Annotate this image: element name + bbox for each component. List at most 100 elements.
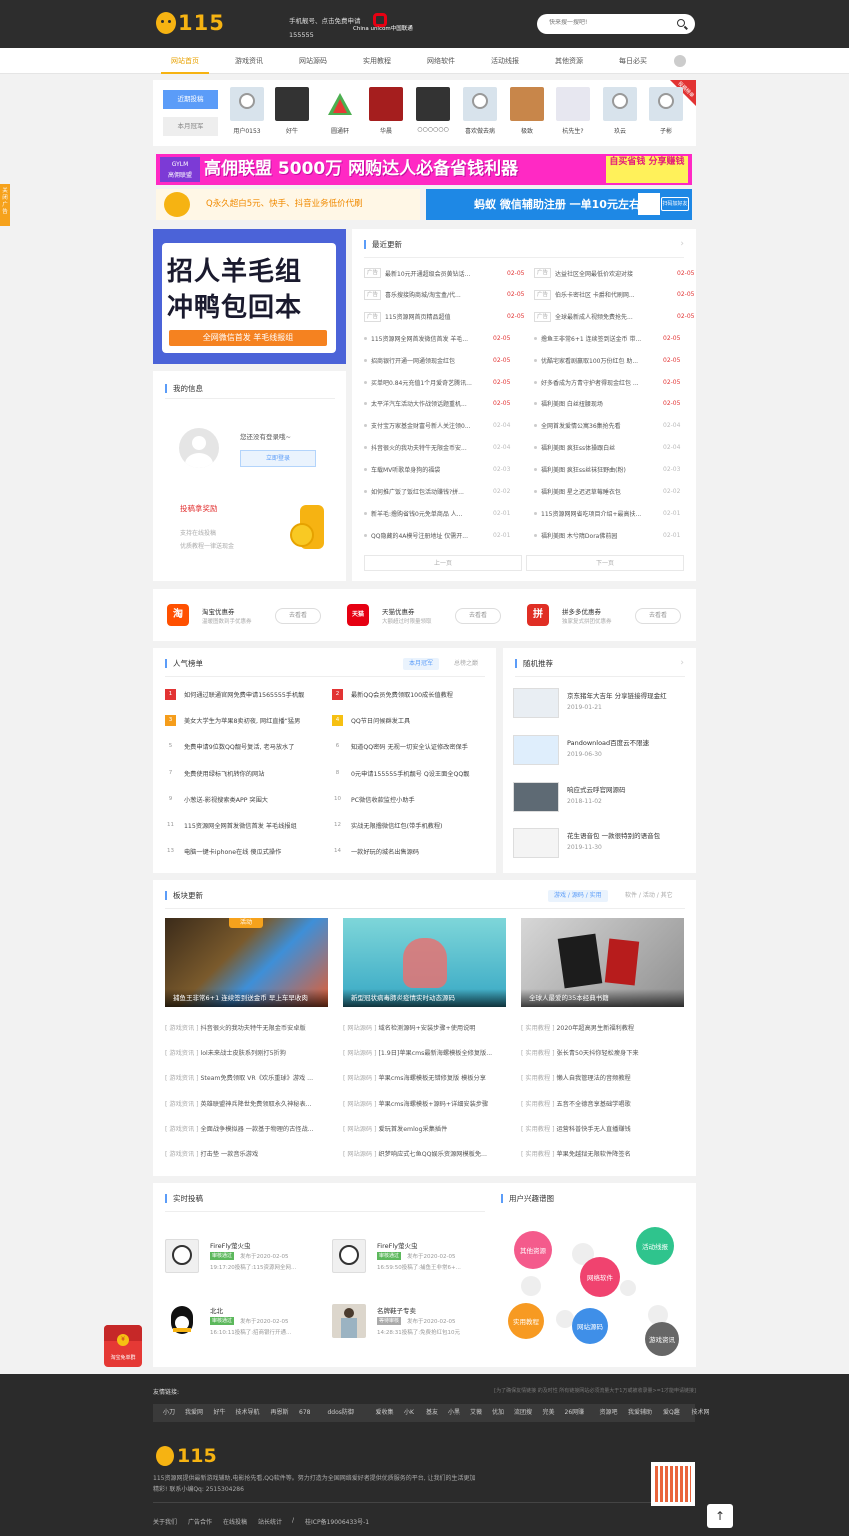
block-list-item[interactable]: [ 游戏资讯 ] Steam免费领取 VR《欢乐重球》游戏 ... — [165, 1073, 330, 1082]
news-row[interactable]: 广告 全球最新成人视频免费抢先... 02-05 — [534, 311, 694, 322]
news-row[interactable]: 广告 喜乐搜接购商城/淘宝盒/代... 02-05 — [364, 289, 524, 300]
user-card[interactable]: 喜欢做去病 — [460, 87, 500, 135]
block-list-item[interactable]: [ 实用教程 ] 2020年超高男生新福利教程 — [521, 1023, 686, 1032]
friend-link[interactable]: 流团搜 — [514, 1404, 532, 1422]
news-row[interactable]: 福利美图 木兮隋Dora佛前园 02-01 — [534, 531, 680, 540]
news-title[interactable]: 全网首发爱情公寓36集抢先看 — [541, 421, 657, 430]
tab-software-activity-other[interactable]: 软件 / 活动 / 其它 — [619, 890, 679, 902]
thumbnail[interactable] — [513, 735, 559, 765]
post-author[interactable]: FireFly萤火虫 — [210, 1240, 251, 1250]
hot-item[interactable]: 7 免费使用绿标飞机转你的网站 — [165, 768, 325, 779]
nav-tutorials[interactable]: 实用教程 — [353, 48, 401, 74]
hot-item-title[interactable]: 0元申请155555手机靓号 Q设王面全QQ靓 — [351, 769, 469, 778]
friend-link[interactable]: 基友 — [426, 1404, 438, 1422]
category-tag[interactable]: [ 游戏资讯 ] — [165, 1126, 199, 1133]
block-image-card[interactable]: 新型冠状病毒肺炎疫情实时动态源码 — [343, 918, 506, 1007]
news-title[interactable]: 优酷宅家看剧赢取100万份红包 助... — [541, 356, 657, 365]
hot-item[interactable]: 9 小葱送-影视搜索类APP 突围大 — [165, 794, 325, 805]
hot-item-title[interactable]: 电脑一键卡iphone在线 傻瓜式操作 — [184, 847, 281, 856]
friend-link[interactable]: 技术网 — [692, 1404, 710, 1422]
coupon-go-button[interactable]: 去看看 — [455, 608, 501, 624]
block-item-title[interactable]: 打击垫 一款音乐游戏 — [200, 1151, 258, 1158]
category-tag[interactable]: [ 实用教程 ] — [521, 1050, 555, 1057]
category-tag[interactable]: [ 网站源码 ] — [343, 1050, 377, 1057]
category-tag[interactable]: [ 游戏资讯 ] — [165, 1050, 199, 1057]
news-row[interactable]: 支付宝万家基金财富号新人关注领0... 02-04 — [364, 421, 510, 430]
news-row[interactable]: 115资源网网省吃项目介绍+最高扶... 02-01 — [534, 509, 680, 518]
block-item-title[interactable]: 张长青50天抖你轻松瘦身下来 — [556, 1050, 638, 1057]
block-item-title[interactable]: Steam免费领取 VR《欢乐重球》游戏 ... — [200, 1075, 313, 1082]
hot-item[interactable]: 3 美女大学生为苹果8卖初夜, 网红直播“猛男 — [165, 715, 325, 727]
post-author[interactable]: 名牌鞋子专卖 — [377, 1305, 416, 1315]
category-tag[interactable]: [ 实用教程 ] — [521, 1151, 555, 1158]
news-row[interactable]: QQ隐藏的4A模号注册地址 仅需开... 02-01 — [364, 531, 510, 540]
block-list-item[interactable]: [ 实用教程 ] 五音不全德音享基础学唱歌 — [521, 1099, 686, 1108]
friend-link[interactable]: 小K — [404, 1404, 414, 1422]
friend-link[interactable]: 我爱辅助 — [628, 1404, 652, 1422]
random-item-title[interactable]: Pandownload百度云不限速 — [567, 737, 649, 747]
friend-link[interactable]: 爱Q趣 — [663, 1404, 680, 1422]
news-row[interactable]: 广告 达益社区全网最低价欢迎对接 02-05 — [534, 268, 694, 278]
random-item-title[interactable]: 京东猪年大吉年 分享链接得现金红 — [567, 690, 667, 700]
block-list-item[interactable]: [ 网站源码 ] 苹果cms海螺模板+源码+详细安装步骤 — [343, 1099, 508, 1108]
search-icon[interactable] — [677, 19, 685, 27]
chevron-right-icon[interactable]: › — [680, 658, 684, 668]
thumbnail[interactable] — [513, 688, 559, 718]
block-item-title[interactable]: 苹果免越狱无限软件降签名 — [556, 1151, 630, 1158]
nav-other[interactable]: 其他资源 — [545, 48, 593, 74]
nav-site-source[interactable]: 网站源码 — [289, 48, 337, 74]
news-row[interactable]: 广告 最新10元开通超级会员黄钻话... 02-05 — [364, 268, 524, 278]
block-item-title[interactable]: 抖音很火的我功夫特牛无限金币安卓版 — [200, 1025, 305, 1032]
login-button[interactable]: 立即登录 — [240, 450, 316, 467]
news-title[interactable]: 撸鱼王非常6+1 连续签到送金币 带... — [541, 334, 657, 343]
block-item-title[interactable]: 英雄联盟神兵降世免费领取永久神秘表... — [200, 1101, 311, 1108]
chevron-right-icon[interactable]: › — [680, 239, 684, 249]
thumbnail[interactable] — [513, 828, 559, 858]
news-title[interactable]: 福利美图 白丝扭腰现场 — [541, 399, 657, 408]
news-row[interactable]: 车载MV听歌单身狗的福袋 02-03 — [364, 465, 510, 474]
block-list-item[interactable]: [ 网站源码 ] [1.9日]苹果cms最新海螺模板全修复版... — [343, 1048, 508, 1057]
nav-software[interactable]: 网络软件 — [417, 48, 465, 74]
block-list-item[interactable]: [ 实用教程 ] 懒人自我管理法的音频教程 — [521, 1073, 686, 1082]
block-list-item[interactable]: [ 网站源码 ] 织梦响应式七鱼QQ娱乐资源网模板免... — [343, 1149, 508, 1158]
coupon-go-button[interactable]: 去看看 — [275, 608, 321, 624]
news-row[interactable]: 广告 115资源网首页精品超值 02-05 — [364, 311, 524, 322]
back-to-top-button[interactable]: ↑ — [707, 1504, 733, 1528]
news-row[interactable]: 115资源网全网首发微信首发 羊毛... 02-05 — [364, 334, 510, 343]
search-input[interactable] — [549, 19, 669, 26]
recruit-ad[interactable]: 招人羊毛组 冲鸭包回本 全网微信首发 羊毛线报组 — [153, 229, 346, 364]
news-row[interactable]: 福利美图 疯狂ss丝袜狂野曲(粉) 02-03 — [534, 465, 680, 474]
friend-link[interactable]: ddos防御 — [328, 1404, 354, 1422]
friend-link[interactable]: 我爱网 — [185, 1404, 203, 1422]
tab-month-champion[interactable]: 本月冠军 — [403, 658, 440, 670]
post-avatar[interactable] — [332, 1304, 366, 1338]
nav-home[interactable]: 网站首页 — [161, 48, 209, 74]
post-content[interactable]: 16:10:11投稿了:招商银行开通... — [210, 1328, 291, 1336]
news-title[interactable]: 招商银行开通一网通领现金红包 — [371, 356, 487, 365]
news-row[interactable]: 新羊毛:撸购省钱0元免单商品 人... 02-01 — [364, 509, 510, 518]
block-list-item[interactable]: [ 网站源码 ] 苹果cms海螺模板无错修复版 模板分享 — [343, 1073, 508, 1082]
friend-link[interactable]: 爱收集 — [376, 1404, 394, 1422]
category-tag[interactable]: [ 游戏资讯 ] — [165, 1075, 199, 1082]
post-avatar[interactable] — [165, 1239, 199, 1273]
user-card[interactable]: 子彬 — [646, 87, 686, 135]
hot-item-title[interactable]: 一款好玩的城名出售源码 — [351, 847, 419, 856]
hot-item[interactable]: 6 知道QQ密码 无视一切安全认证修改密保手 — [332, 741, 492, 752]
block-item-title[interactable]: 2020年超高男生新福利教程 — [556, 1025, 634, 1032]
block-list-item[interactable]: [ 游戏资讯 ] 抖音很火的我功夫特牛无限金币安卓版 — [165, 1023, 330, 1032]
news-title[interactable]: 全球最新成人视频免费抢先... — [555, 312, 671, 321]
news-row[interactable]: 如何推广饭了饭红包活动赚钱?拼... 02-02 — [364, 487, 510, 496]
footer-link-stats[interactable]: 站长统计 — [258, 1517, 282, 1526]
news-title[interactable]: 福利美图 星之迟迟草莓睡衣包 — [541, 487, 657, 496]
user-card[interactable]: 杭先生? — [553, 87, 593, 135]
news-row[interactable]: 福利美图 星之迟迟草莓睡衣包 02-02 — [534, 487, 680, 496]
category-tag[interactable]: [ 实用教程 ] — [521, 1025, 555, 1032]
news-row[interactable]: 买单吧0.84元充值1个月爱奇艺腾讯... 02-05 — [364, 378, 510, 387]
block-list-item[interactable]: [ 网站源码 ] 爱玩首发emlog采集插件 — [343, 1124, 508, 1133]
hot-item-title[interactable]: 最新QQ会员免费领取100成长值教程 — [351, 690, 453, 699]
hot-item[interactable]: 5 免费申请9位数QQ靓号复活, 老马放水了 — [165, 741, 325, 752]
qq-penguin-icon[interactable] — [165, 1304, 199, 1338]
footer-link-ads[interactable]: 广告合作 — [188, 1517, 212, 1526]
block-image-card[interactable]: 活动 捕鱼王非常6+1 连续签到送金币 早上车早收肉 — [165, 918, 328, 1007]
news-row[interactable]: 抖音很火的我功夫特牛无限金币安... 02-04 — [364, 443, 510, 452]
